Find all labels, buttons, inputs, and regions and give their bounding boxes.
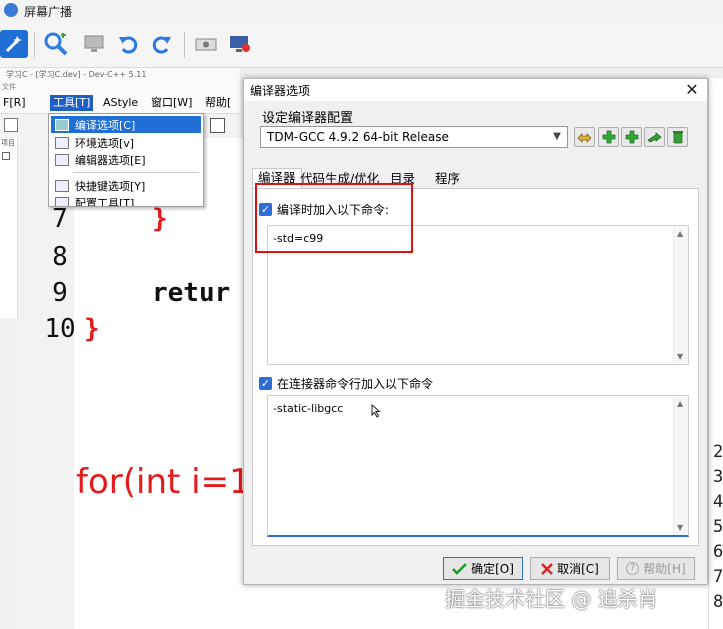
bg-line-number: 2: [713, 442, 723, 462]
camera-tool-button[interactable]: [192, 30, 220, 58]
bg-line-number: 5: [713, 517, 723, 537]
bg-line-number: 7: [713, 567, 723, 587]
redo-button[interactable]: [148, 30, 176, 58]
menu-item-editor-options[interactable]: 编辑器选项[E]: [51, 151, 201, 168]
user-icon: [4, 3, 18, 17]
monitor-tool-button[interactable]: [80, 30, 108, 58]
shortcut-options-icon: [55, 179, 69, 192]
text-cursor-icon: [371, 404, 381, 418]
check-icon: [452, 563, 468, 575]
menu-item-config-tools[interactable]: 配置工具[T]: [51, 194, 201, 206]
bg-line-number: 6: [713, 542, 723, 562]
compiler-tab-pane: ✓ 编译时加入以下命令: -std=c99 ▲ ▼ ✓ 在连接器命令行加入以下命…: [252, 183, 699, 546]
chevron-down-icon[interactable]: ▼: [550, 127, 564, 147]
scroll-down-icon[interactable]: ▼: [677, 352, 683, 361]
help-icon: ?: [626, 562, 640, 575]
record-monitor-icon: [230, 36, 250, 52]
linker-commands-checkbox[interactable]: ✓: [259, 377, 272, 390]
bg-line-number: 3: [713, 467, 723, 487]
devcpp-title: 学习C - [学习C.dev] - Dev-C++ 5.11: [0, 68, 240, 82]
config-tools-icon: [55, 196, 69, 206]
magic-wand-icon: [5, 36, 22, 53]
bg-line-number: 8: [713, 592, 723, 612]
menu-window[interactable]: 窗口[W]: [148, 95, 195, 111]
tools-dropdown-menu: 编译选项[C] 环境选项[v] 编辑器选项[E] 快捷键选项[Y] 配置工具[T…: [48, 113, 204, 207]
line-gutter: 7 8 9 10: [18, 138, 88, 629]
devcpp-menu-bar: F[R] 工具[T] AStyle 窗口[W] 帮助[: [0, 92, 240, 114]
trash-icon: [672, 131, 683, 144]
window-icon[interactable]: [210, 118, 225, 133]
redo-icon: [152, 36, 171, 54]
scroll-up-icon[interactable]: ▲: [677, 399, 683, 408]
delete-config-button[interactable]: [667, 127, 688, 147]
project-node-icon[interactable]: [2, 152, 10, 160]
add-default-config-button[interactable]: [621, 127, 642, 147]
linker-commands-textarea[interactable]: -static-libgcc ▲ ▼: [267, 395, 689, 537]
plus-icon: [602, 130, 615, 144]
help-button[interactable]: ? 帮助[H]: [617, 557, 695, 580]
linker-commands-label: 在连接器命令行加入以下命令: [277, 377, 434, 391]
ok-button[interactable]: 确定[O]: [443, 557, 523, 580]
undo-icon: [119, 36, 138, 54]
code-editor[interactable]: ] } retur }: [74, 138, 244, 629]
devcpp-side-label: 文件: [0, 82, 240, 92]
camera-icon: [195, 38, 217, 51]
record-screen-button[interactable]: [226, 30, 254, 58]
add-config-button[interactable]: [598, 127, 619, 147]
menu-astyle[interactable]: AStyle: [100, 95, 141, 111]
close-icon[interactable]: ✕: [680, 80, 704, 100]
monitor-icon: [84, 35, 104, 52]
zoom-tool-button[interactable]: [42, 30, 70, 58]
menu-file[interactable]: F[R]: [0, 95, 29, 111]
compiler-config-label: 设定编译器配置: [262, 111, 354, 126]
project-label: 项目: [1, 139, 15, 147]
scrollbar[interactable]: ▲ ▼: [673, 226, 688, 364]
arrow-right-icon: [647, 131, 662, 142]
recorder-toolbar: [0, 22, 723, 68]
rename-icon: [577, 132, 592, 143]
plus-icon: [625, 130, 638, 144]
recorder-title: 屏幕广播: [24, 5, 73, 19]
dialog-title: 编译器选项: [250, 84, 311, 98]
bg-line-number: 4: [713, 492, 723, 512]
editor-options-icon: [55, 153, 69, 166]
cancel-button[interactable]: 取消[C]: [530, 557, 610, 580]
code-brace-inner: }: [152, 204, 168, 234]
watermark: 掘金技术社区 @ 追杀肖: [445, 587, 658, 611]
search-compiler-button[interactable]: [644, 127, 665, 147]
menu-item-compiler-options[interactable]: 编译选项[C]: [51, 116, 201, 133]
undo-button[interactable]: [114, 30, 142, 58]
menu-item-environment-options[interactable]: 环境选项[v]: [51, 134, 201, 151]
new-file-icon[interactable]: [4, 118, 18, 132]
environment-options-icon: [55, 136, 69, 149]
menu-item-shortcut-options[interactable]: 快捷键选项[Y]: [51, 177, 201, 194]
recorder-title-bar: 屏幕广播: [0, 0, 723, 22]
scrollbar[interactable]: ▲ ▼: [673, 396, 688, 535]
menu-separator: [73, 172, 199, 173]
rename-config-button[interactable]: [574, 127, 595, 147]
code-return: retur: [152, 278, 231, 308]
project-panel: 项目: [0, 138, 18, 318]
scroll-up-icon[interactable]: ▲: [677, 229, 683, 238]
scroll-down-icon[interactable]: ▼: [677, 523, 683, 532]
magnifier-icon: [44, 32, 68, 56]
compiler-options-dialog: 编译器选项 ✕ 设定编译器配置 TDM-GCC 4.9.2 64-bit Rel…: [243, 78, 708, 585]
code-brace-outer: }: [84, 314, 100, 344]
x-icon: [541, 562, 553, 575]
tab-programs[interactable]: 程序: [430, 170, 465, 188]
broadcast-tool-button[interactable]: [0, 30, 28, 58]
red-highlight-box: [255, 183, 413, 253]
dialog-title-bar: 编译器选项 ✕: [244, 79, 707, 101]
compiler-options-icon: [55, 118, 69, 131]
menu-help[interactable]: 帮助[: [202, 95, 234, 111]
menu-tools[interactable]: 工具[T]: [50, 95, 94, 111]
compiler-config-select[interactable]: TDM-GCC 4.9.2 64-bit Release ▼: [260, 126, 568, 148]
